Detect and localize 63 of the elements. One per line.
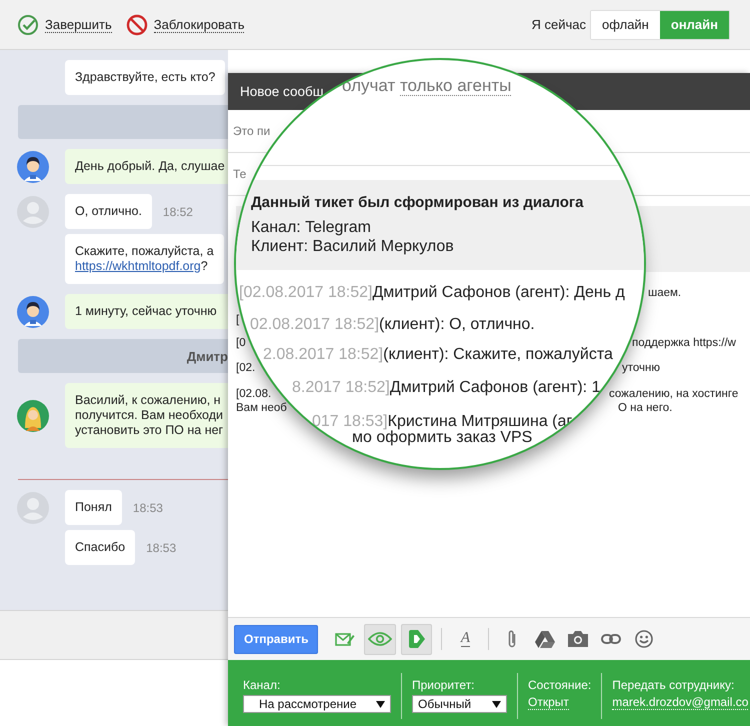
- property-label: Канал:: [243, 678, 282, 692]
- log-text: уточню: [622, 361, 660, 375]
- system-text: Дмитр: [186, 348, 228, 364]
- action-link[interactable]: Завершить: [17, 14, 112, 36]
- smiley-icon: [635, 630, 654, 648]
- log-text: [: [236, 313, 240, 327]
- envelope-icon: [335, 631, 356, 647]
- message-bubble: Василий, к сожалению, н получится. Вам необходи установить это ПО на нег: [65, 383, 228, 448]
- avatar: [17, 150, 49, 182]
- avatar: [17, 196, 49, 228]
- log-text: [02.08.: [236, 387, 272, 401]
- tag-icon: [408, 630, 425, 648]
- check-circle-icon: [17, 14, 39, 36]
- recipients-note: олучат только агенты: [342, 76, 512, 96]
- avatar: [17, 492, 49, 524]
- avatar: [17, 296, 49, 328]
- log-line: [02.08.2017 18:52]Дмитрий Сафонов (агент): День д: [239, 283, 625, 303]
- property-label: Приоритет:: [412, 678, 476, 692]
- log-text: Вам необ: [236, 401, 287, 415]
- message-bubble: Понял: [65, 490, 122, 525]
- compose-title: Новое сообщ: [240, 84, 324, 99]
- log-text: О на него.: [618, 401, 672, 415]
- property-label: Передать сотруднику:: [612, 678, 736, 692]
- message-time: 18:53: [132, 500, 163, 514]
- message-link[interactable]: https://wkhtmltopdf.org: [75, 259, 201, 273]
- message-bubble: Здравствуйте, есть кто?: [65, 60, 226, 95]
- ticket-title: Данный тикет был сформирован из диалога: [251, 193, 584, 213]
- eye-icon: [368, 632, 392, 646]
- paperclip-icon: [507, 629, 518, 649]
- status-label: Я сейчас: [531, 17, 586, 32]
- message-bubble: 1 минуту, сейчас уточню: [65, 294, 228, 329]
- message-bubble: День добрый. Да, слушае: [65, 149, 228, 184]
- log-line: 02.08.2017 18:52](клиент): О, отлично.: [250, 315, 535, 335]
- agents-link[interactable]: только агенты: [400, 76, 512, 96]
- camera-icon: [568, 631, 588, 647]
- message-bubble: Скажите, пожалуйста, а https://wkhtmltopdf.org?: [65, 234, 224, 284]
- log-text: [02.: [236, 361, 256, 375]
- message-bubble: Спасибо: [65, 530, 136, 565]
- log-text: шаем.: [648, 286, 682, 300]
- log-line: 2.08.2017 18:52](клиент): Скажите, пожалуйста: [263, 345, 613, 365]
- dropdown[interactable]: Обычный: [412, 695, 507, 713]
- caret-icon: [492, 700, 501, 708]
- ticket-detail: Клиент: Василий Меркулов: [251, 237, 455, 256]
- property-label: Состояние:: [528, 678, 592, 692]
- log-text: сожалению, на хостинге: [609, 387, 738, 401]
- link-icon: [601, 634, 622, 644]
- ticket-detail: Канал: Telegram: [251, 218, 372, 237]
- ban-icon: [126, 14, 148, 36]
- dropdown[interactable]: На рассмотрение: [243, 695, 391, 713]
- message-bubble: О, отлично.: [65, 194, 152, 229]
- caret-icon: [376, 700, 385, 708]
- avatar: [17, 400, 49, 432]
- log-text: [0: [236, 336, 246, 350]
- log-line: мо оформить заказ VPS: [352, 429, 532, 448]
- toolbar-button[interactable]: [401, 624, 432, 654]
- message-time: 18:53: [146, 540, 176, 554]
- action-link[interactable]: Заблокировать: [126, 14, 244, 36]
- log-line: 8.2017 18:52]Дмитрий Сафонов (агент): 1: [292, 378, 600, 398]
- toolbar-button[interactable]: A: [451, 624, 480, 654]
- send-button[interactable]: Отправить: [234, 624, 318, 654]
- log-text: поддержка https://w: [632, 336, 736, 350]
- message-time: 18:52: [162, 204, 193, 218]
- drive-icon: [535, 630, 556, 648]
